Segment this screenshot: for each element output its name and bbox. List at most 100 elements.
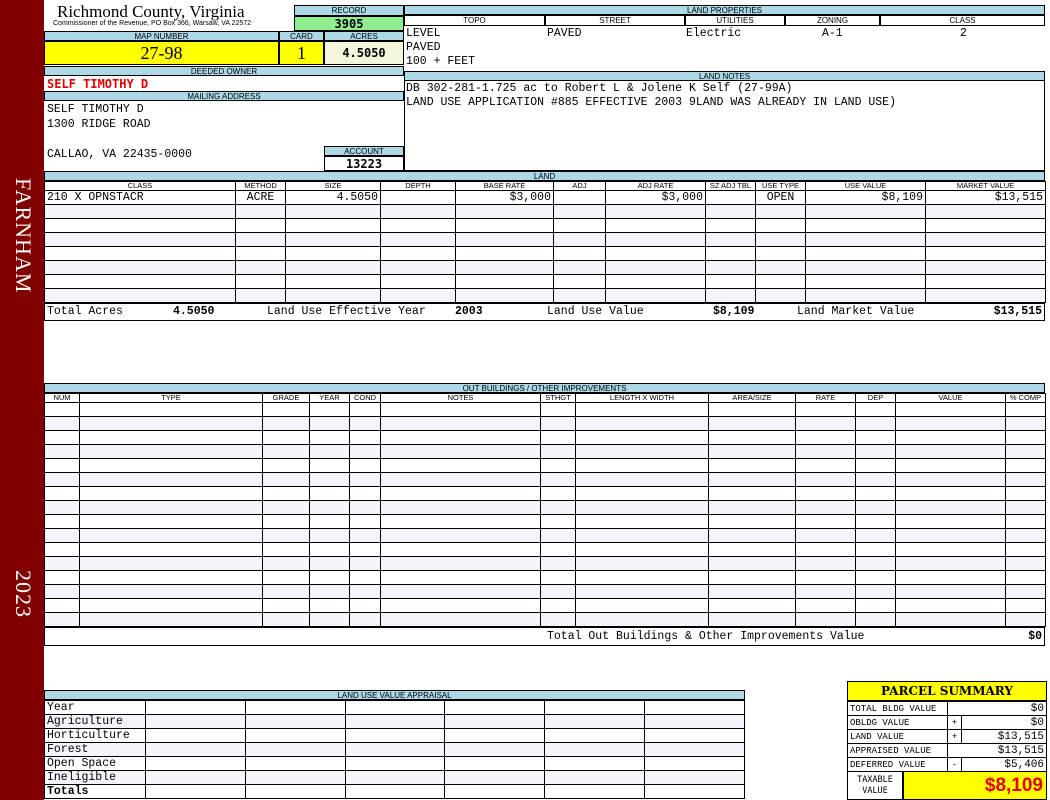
- outbuildings-cell: [895, 472, 1006, 487]
- outbuildings-cell: [44, 584, 80, 599]
- outbuildings-cell: [795, 472, 856, 487]
- outbuildings-cell: [540, 472, 576, 487]
- land-cell: [925, 218, 1046, 233]
- outbuildings-cell: [575, 514, 709, 529]
- outbuildings-row: [44, 528, 1046, 543]
- summary-operator: +: [947, 715, 962, 730]
- land-cell: [380, 260, 456, 275]
- land-cell: [455, 232, 554, 247]
- outbuildings-cell: [855, 430, 896, 445]
- land-market-value: $13,515: [993, 305, 1042, 318]
- outbuildings-cell: [262, 444, 310, 459]
- mailing-line-2: 1300 RIDGE ROAD: [47, 118, 151, 131]
- summary-label: OBLDG VALUE: [847, 715, 948, 730]
- outbuildings-cell: [349, 402, 381, 417]
- land-cell: [755, 260, 806, 275]
- land-use-cell: [244, 742, 346, 757]
- outbuildings-cell: [895, 598, 1006, 613]
- land-cell: [925, 288, 1046, 303]
- land-use-cell: [544, 742, 646, 757]
- outbuildings-cell: [380, 570, 541, 585]
- outbuildings-cell: [44, 444, 80, 459]
- land-cell: [553, 190, 606, 205]
- outbuildings-cell: [795, 612, 856, 627]
- outbuildings-cell: [79, 584, 263, 599]
- outbuildings-cell: [575, 430, 709, 445]
- land-title: LAND: [44, 171, 1045, 181]
- outbuildings-cell: [380, 500, 541, 515]
- land-cell: [605, 246, 706, 261]
- outbuildings-cell: [895, 458, 1006, 473]
- outbuildings-cell: [708, 612, 796, 627]
- total-acres-label: Total Acres: [47, 305, 123, 318]
- outbuildings-col-header: TYPE: [79, 393, 263, 403]
- land-use-cell: [444, 784, 546, 799]
- outbuildings-cell: [79, 430, 263, 445]
- outbuildings-cell: [795, 500, 856, 515]
- outbuildings-cell: [380, 486, 541, 501]
- outbuildings-cell: [380, 612, 541, 627]
- land-cell: [553, 218, 606, 233]
- outbuildings-cell: [349, 556, 381, 571]
- outbuildings-cell: [708, 486, 796, 501]
- outbuildings-cell: [795, 542, 856, 557]
- outbuildings-cell: [262, 556, 310, 571]
- outbuildings-row: [44, 444, 1046, 459]
- outbuildings-cell: [708, 402, 796, 417]
- land-use-cell: [544, 728, 646, 743]
- outbuildings-cell: [44, 430, 80, 445]
- outbuildings-cell: [1005, 612, 1046, 627]
- land-cell: [380, 246, 456, 261]
- land-cell: [235, 218, 286, 233]
- outbuildings-cell: [708, 570, 796, 585]
- land-cell: [455, 288, 554, 303]
- land-use-cell: [444, 770, 546, 785]
- outbuildings-cell: [380, 514, 541, 529]
- outbuildings-cell: [262, 430, 310, 445]
- outbuildings-cell: [1005, 430, 1046, 445]
- outbuildings-cell: [309, 528, 350, 543]
- record-label: RECORD: [294, 5, 404, 16]
- outbuildings-cell: [895, 416, 1006, 431]
- outbuildings-row: [44, 612, 1046, 627]
- outbuildings-cell: [380, 598, 541, 613]
- outbuildings-cell: [575, 472, 709, 487]
- outbuildings-cell: [380, 402, 541, 417]
- class-header: CLASS: [880, 15, 1045, 26]
- land-cell: [805, 204, 926, 219]
- topo-value-1: LEVEL: [406, 27, 441, 40]
- outbuildings-cell: [855, 444, 896, 459]
- outbuildings-cell: [575, 444, 709, 459]
- outbuildings-cell: [540, 416, 576, 431]
- outbuildings-cell: [44, 486, 80, 501]
- outbuildings-cell: [79, 500, 263, 515]
- land-cell: [705, 288, 756, 303]
- outbuildings-cell: [349, 430, 381, 445]
- land-use-row-label: Horticulture: [44, 728, 146, 743]
- land-use-cell: [544, 700, 646, 715]
- land-cell: $8,109: [805, 190, 926, 205]
- street-header: STREET: [545, 15, 685, 26]
- outbuildings-cell: [1005, 444, 1046, 459]
- outbuildings-cell: [1005, 500, 1046, 515]
- outbuildings-cell: [309, 430, 350, 445]
- land-use-cell: [244, 770, 346, 785]
- summary-label: APPRAISED VALUE: [847, 743, 948, 758]
- outbuildings-cell: [855, 598, 896, 613]
- outbuildings-cell: [79, 556, 263, 571]
- land-use-cell: [244, 756, 346, 771]
- land-use-cell: [444, 756, 546, 771]
- land-use-cell: [145, 784, 246, 799]
- outbuildings-cell: [79, 472, 263, 487]
- land-cell: [605, 204, 706, 219]
- land-cell: [755, 218, 806, 233]
- land-cell: [380, 274, 456, 289]
- outbuildings-cell: [349, 416, 381, 431]
- outbuildings-row: [44, 486, 1046, 501]
- outbuildings-cell: [349, 612, 381, 627]
- outbuildings-cell: [44, 402, 80, 417]
- land-cell: [925, 246, 1046, 261]
- outbuildings-cell: [44, 528, 80, 543]
- land-properties-title: LAND PROPERTIES: [404, 5, 1045, 15]
- account-number: 13223: [324, 156, 404, 171]
